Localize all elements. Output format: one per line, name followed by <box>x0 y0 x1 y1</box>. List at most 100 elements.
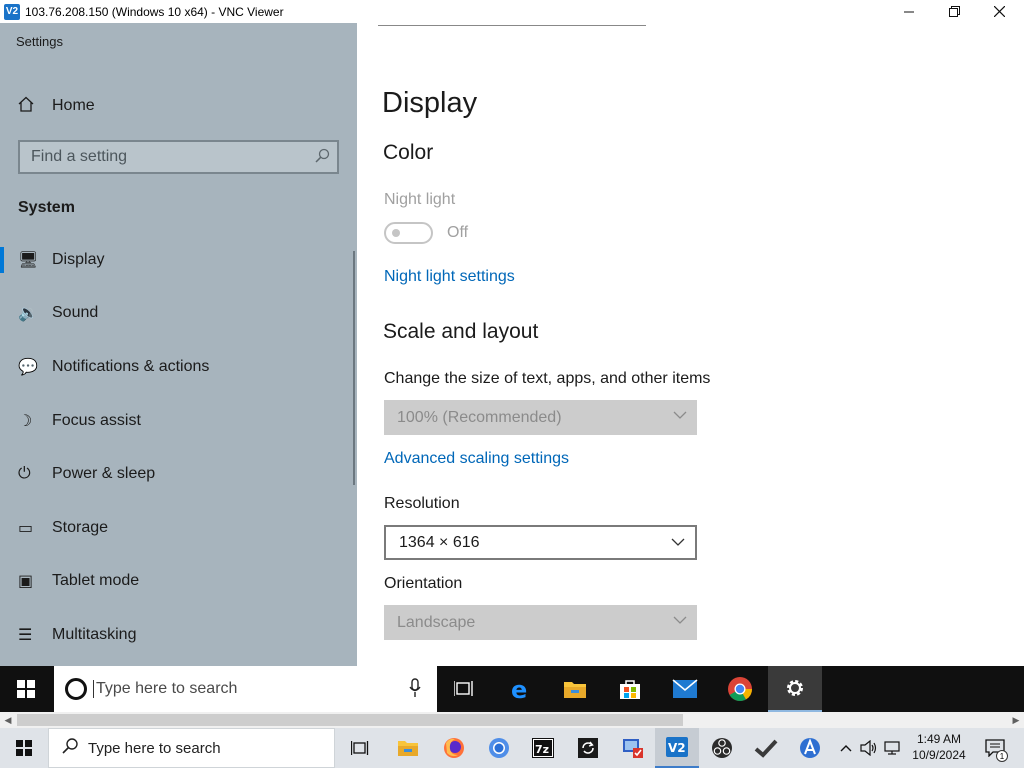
network-icon[interactable] <box>882 728 904 768</box>
nav-label: Multitasking <box>52 625 137 643</box>
home-label: Home <box>52 97 95 114</box>
7zip-icon[interactable]: 7z <box>521 728 565 768</box>
toggle-knob <box>392 229 400 237</box>
nav-label: Notifications & actions <box>52 357 210 375</box>
speaker-icon: 🔉 <box>18 305 38 323</box>
nav-label: Sound <box>52 304 99 322</box>
nav-label: Focus assist <box>52 411 141 429</box>
microphone-icon[interactable] <box>409 678 421 703</box>
host-taskbar: Type here to search 7z V2 1:49 AM 10/9/2… <box>0 728 1024 768</box>
scrollbar-thumb[interactable] <box>17 714 683 726</box>
night-light-toggle[interactable] <box>384 222 433 244</box>
svg-text:7z: 7z <box>535 743 549 756</box>
settings-taskbar-icon[interactable] <box>768 666 822 712</box>
home-icon <box>0 96 52 117</box>
nav-item-storage[interactable]: ▭ Storage <box>0 501 357 555</box>
gear-icon <box>787 680 803 696</box>
search-icon <box>315 148 330 167</box>
nav-label: Storage <box>52 518 109 536</box>
close-button[interactable] <box>976 0 1022 23</box>
network-tool-icon[interactable] <box>611 728 655 768</box>
multitasking-icon: ☰ <box>18 626 33 644</box>
mail-icon[interactable] <box>658 666 712 712</box>
nav-item-notifications[interactable]: 💬 Notifications & actions <box>0 340 357 394</box>
resolution-dropdown[interactable]: 1364 × 616 <box>384 525 697 560</box>
chevron-down-icon <box>671 535 685 552</box>
window-title: 103.76.208.150 (Windows 10 x64) - VNC Vi… <box>25 4 284 19</box>
windows-logo-icon <box>17 680 35 698</box>
nav-item-focus-assist[interactable]: ☽ Focus assist <box>0 394 357 448</box>
host-search-box[interactable]: Type here to search <box>48 728 335 768</box>
show-hidden-icons-icon[interactable] <box>836 728 856 768</box>
task-view-icon[interactable] <box>437 666 491 712</box>
nav-item-power-sleep[interactable]: ⏻ Power & sleep <box>0 447 357 501</box>
nav-item-sound[interactable]: 🔉 Sound <box>0 287 357 341</box>
scale-layout-heading: Scale and layout <box>383 320 539 343</box>
scale-value: 100% (Recommended) <box>397 408 562 426</box>
night-light-state: Off <box>447 224 469 241</box>
scale-dropdown[interactable]: 100% (Recommended) <box>384 400 697 435</box>
nav-label: Power & sleep <box>52 465 156 483</box>
night-light-settings-link[interactable]: Night light settings <box>384 268 515 286</box>
chromium-icon[interactable] <box>477 728 521 768</box>
restore-button[interactable] <box>931 0 977 23</box>
host-search-placeholder: Type here to search <box>88 739 221 757</box>
vnc-logo-icon: V2 <box>4 3 20 20</box>
nav-item-display[interactable]: 🖥 Display <box>0 233 357 287</box>
scroll-right-icon[interactable]: ▶ <box>1008 712 1024 728</box>
nav-item-tablet-mode[interactable]: ▣ Tablet mode <box>0 555 357 609</box>
nav-label: Display <box>52 250 105 268</box>
remote-desktop: Settings Home Find a setting System 🖥 Di… <box>0 23 1024 666</box>
edge-icon[interactable]: e <box>494 666 548 712</box>
nav-label: Tablet mode <box>52 572 140 590</box>
remote-start-button[interactable] <box>0 666 52 712</box>
action-center-button[interactable]: 1 <box>980 728 1010 768</box>
obs-icon[interactable] <box>700 728 744 768</box>
checkmark-icon[interactable] <box>744 728 788 768</box>
sidebar-scrollbar[interactable] <box>353 251 355 485</box>
clock[interactable]: 1:49 AM 10/9/2024 <box>904 731 974 763</box>
sync-icon[interactable] <box>566 728 610 768</box>
task-view-icon[interactable] <box>338 728 382 768</box>
svg-text:e: e <box>511 677 527 701</box>
find-setting-input[interactable]: Find a setting <box>18 140 339 174</box>
minimize-icon <box>904 11 914 12</box>
vnc-horizontal-scrollbar[interactable]: ◀ ▶ <box>0 712 1024 728</box>
vnc-viewer-icon[interactable]: V2 <box>655 728 699 768</box>
store-icon[interactable] <box>603 666 657 712</box>
scroll-left-icon[interactable]: ◀ <box>0 712 16 728</box>
notification-count-badge: 1 <box>996 750 1008 762</box>
remote-search-placeholder: Type here to search <box>96 680 238 697</box>
section-heading: System <box>18 199 75 216</box>
minimize-button[interactable] <box>886 0 932 23</box>
color-heading: Color <box>383 141 434 164</box>
remote-taskbar: Type here to search e <box>0 666 1024 712</box>
home-nav-item[interactable]: Home <box>0 91 357 121</box>
scale-label: Change the size of text, apps, and other… <box>384 370 711 387</box>
advanced-scaling-link[interactable]: Advanced scaling settings <box>384 450 569 468</box>
resolution-value: 1364 × 616 <box>399 533 480 551</box>
orientation-dropdown[interactable]: Landscape <box>384 605 697 640</box>
clock-time: 1:49 AM <box>916 732 962 746</box>
screen: V2 103.76.208.150 (Windows 10 x64) - VNC… <box>0 0 1024 768</box>
search-icon <box>62 737 79 759</box>
notification-icon: 💬 <box>18 358 38 376</box>
text-cursor <box>93 680 94 698</box>
file-explorer-icon[interactable] <box>386 728 430 768</box>
chevron-down-icon <box>673 408 687 425</box>
nav-item-multitasking[interactable]: ☰ Multitasking <box>0 608 357 662</box>
chrome-icon[interactable] <box>713 666 767 712</box>
app-icon[interactable] <box>788 728 832 768</box>
cortana-icon <box>65 678 87 700</box>
volume-icon[interactable] <box>858 728 880 768</box>
system-nav: 🖥 Display 🔉 Sound 💬 Notifications & acti… <box>0 233 357 662</box>
close-icon <box>993 6 1005 17</box>
orientation-label: Orientation <box>384 575 463 592</box>
remote-search-box[interactable]: Type here to search <box>54 666 437 712</box>
file-explorer-icon[interactable] <box>548 666 602 712</box>
night-light-label: Night light <box>384 191 456 208</box>
host-start-button[interactable] <box>0 728 48 768</box>
settings-sidebar: Settings Home Find a setting System 🖥 Di… <box>0 23 357 666</box>
app-title: Settings <box>16 34 63 49</box>
firefox-icon[interactable] <box>432 728 476 768</box>
